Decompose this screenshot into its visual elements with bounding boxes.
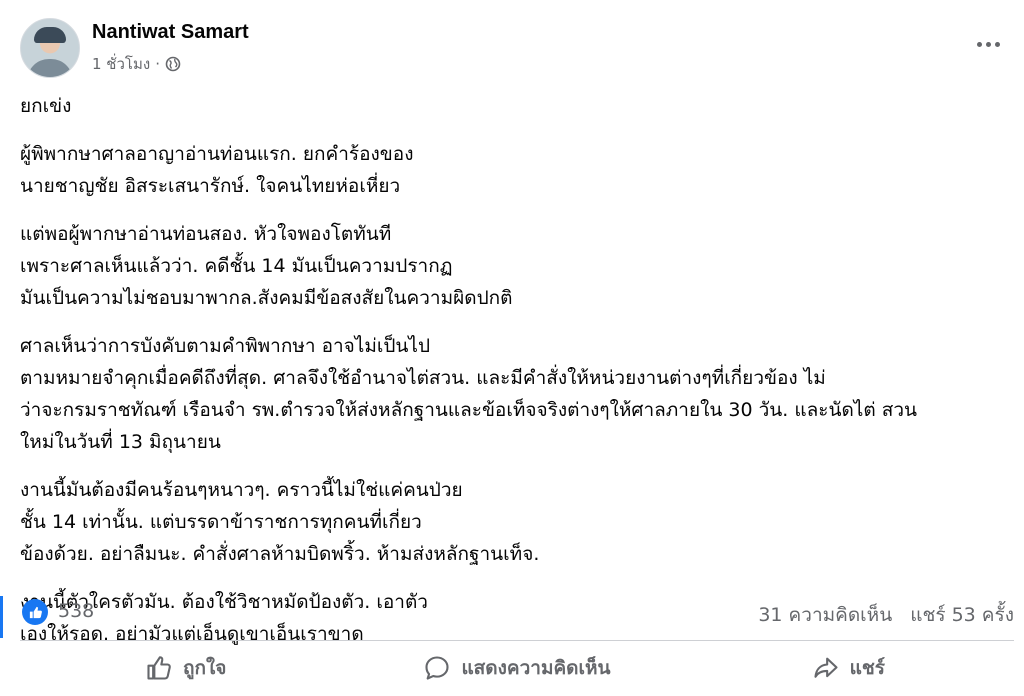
post-text-line: ว่าจะกรมราชทัณฑ์ เรือนจำ รพ.ตำรวจให้ส่งห… [20, 399, 917, 421]
post-paragraph: ผู้พิพากษาศาลอาญาอ่านท่อนแรก. ยกคำร้องขอ… [20, 138, 1000, 202]
post-header: Nantiwat Samart 1 ชั่วโมง · [20, 14, 1004, 78]
author-name[interactable]: Nantiwat Samart [92, 21, 249, 44]
share-icon [814, 657, 838, 678]
post-paragraph: ศาลเห็นว่าการบังคับตามคำพิพากษา อาจไม่เป… [20, 330, 1000, 458]
comment-count[interactable]: 31 ความคิดเห็น [758, 600, 892, 630]
like-count[interactable]: 538 [58, 600, 94, 622]
post-text-line: เพราะศาลเห็นแล้วว่า. คดีชั้น 14 มันเป็นค… [20, 255, 453, 277]
post-body: ยกเข่งผู้พิพากษาศาลอาญาอ่านท่อนแรก. ยกคำ… [20, 90, 1000, 666]
facebook-post: Nantiwat Samart 1 ชั่วโมง · ยกเข่งผู้พิพ… [0, 0, 1024, 696]
post-text-line: ข้องด้วย. อย่าลืมนะ. คำสั่งศาลห้ามบิดพริ… [20, 543, 540, 565]
more-dot [994, 41, 1000, 47]
share-count[interactable]: แชร์ 53 ครั้ง [910, 600, 1014, 630]
post-meta: 1 ชั่วโมง · [92, 52, 181, 76]
post-text-line: ศาลเห็นว่าการบังคับตามคำพิพากษา อาจไม่เป… [20, 335, 431, 357]
post-stats: 538 31 ความคิดเห็น แชร์ 53 ครั้ง [20, 596, 1014, 630]
thumbs-up-icon[interactable] [22, 599, 48, 625]
like-label: ถูกใจ [182, 657, 227, 679]
post-text-line: ตามหมายจำคุกเมื่อคดีถึงที่สุด. ศาลจึงใช้… [20, 367, 826, 389]
post-text-line: งานนี้มันต้องมีคนร้อนๆหนาวๆ. คราวนี้ไม่ใ… [20, 479, 463, 501]
post-text-line: แต่พอผู้พากษาอ่านท่อนสอง. หัวใจพองโตทันท… [20, 223, 392, 245]
share-label: แชร์ [849, 657, 885, 679]
post-actions: ถูกใจ แสดงความคิดเห็น แชร์ [20, 644, 1014, 692]
post-paragraph: ยกเข่ง [20, 90, 1000, 122]
post-timestamp[interactable]: 1 ชั่วโมง [92, 52, 150, 76]
post-text-line: ผู้พิพากษาศาลอาญาอ่านท่อนแรก. ยกคำร้องขอ… [20, 143, 414, 165]
globe-icon[interactable] [165, 56, 181, 72]
post-text-line: นายชาญชัย อิสระเสนารักษ์. ใจคนไทยห่อเหี่… [20, 175, 401, 197]
post-text-line: ใหม่ในวันที่ 13 มิถุนายน [20, 431, 221, 453]
meta-separator: · [155, 55, 160, 73]
comment-icon [425, 656, 449, 680]
avatar-shirt [27, 59, 73, 77]
post-text-line: ยกเข่ง [20, 95, 72, 117]
author-avatar[interactable] [20, 18, 80, 78]
more-dot [976, 41, 982, 47]
post-text-line: มันเป็นความไม่ชอบมาพากล.สังคมมีข้อสงสัยใ… [20, 287, 513, 309]
comment-button[interactable]: แสดงความคิดเห็น [351, 644, 682, 692]
more-dot [985, 41, 991, 47]
avatar-cap [34, 27, 66, 43]
comment-label: แสดงความคิดเห็น [461, 657, 611, 679]
share-button[interactable]: แชร์ [683, 644, 1014, 692]
focus-accent-bar [0, 596, 3, 638]
stats-divider [20, 640, 1014, 641]
like-icon [147, 656, 171, 680]
post-paragraph: แต่พอผู้พากษาอ่านท่อนสอง. หัวใจพองโตทันท… [20, 218, 1000, 314]
post-paragraph: งานนี้มันต้องมีคนร้อนๆหนาวๆ. คราวนี้ไม่ใ… [20, 474, 1000, 570]
like-button[interactable]: ถูกใจ [20, 644, 351, 692]
more-options-icon[interactable] [972, 32, 1004, 56]
engagement-counts: 31 ความคิดเห็น แชร์ 53 ครั้ง [758, 600, 1014, 630]
post-text-line: ชั้น 14 เท่านั้น. แต่บรรดาข้าราชการทุกคน… [20, 511, 422, 533]
